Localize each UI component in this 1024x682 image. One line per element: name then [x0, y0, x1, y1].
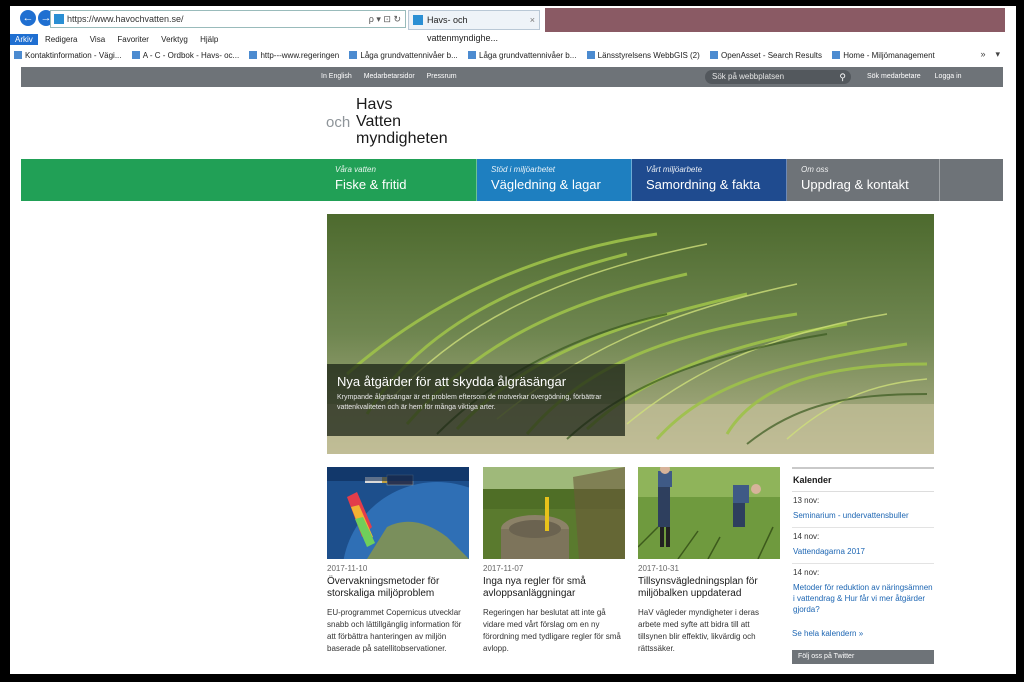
favorite-link[interactable]: Kontaktinformation - Vägi... [10, 49, 126, 62]
nav-fiske-fritid[interactable]: Våra vatten Fiske & fritid [321, 159, 477, 201]
utility-right-links: Sök medarbetare Logga in [867, 73, 974, 80]
twitter-widget-header[interactable]: Följ oss på Twitter [792, 650, 934, 664]
favorite-link[interactable]: Home - Miljömanagement [828, 49, 939, 62]
calendar-event-date: 14 nov: [793, 568, 820, 577]
address-bar[interactable]: https://www.havochvatten.se/ ρ ▾ ⊡ ↻ [50, 10, 406, 28]
nav-uppdrag-kontakt[interactable]: Om oss Uppdrag & kontakt [787, 159, 940, 201]
news-item[interactable]: 2017-11-10 Övervakningsmetoder för stors… [327, 467, 469, 655]
menu-visa[interactable]: Visa [85, 34, 110, 45]
calendar-event: 13 nov: Seminarium - undervattensbuller [792, 492, 934, 528]
address-url: https://www.havochvatten.se/ [67, 14, 184, 24]
utility-links: In English Medarbetarsidor Pressrum [321, 73, 467, 80]
news-item[interactable]: 2017-11-07 Inga nya regler för små avlop… [483, 467, 625, 655]
favorite-link[interactable]: Låga grundvattennivåer b... [464, 49, 580, 62]
favorite-icon [349, 51, 358, 59]
news-date: 2017-10-31 [638, 564, 679, 573]
nav-vagledning-lagar[interactable]: Stöd i miljöarbetet Vägledning & lagar [477, 159, 632, 201]
favorite-link[interactable]: OpenAsset - Search Results [706, 49, 826, 62]
favorite-link[interactable]: A - C - Ordbok - Havs- oc... [128, 49, 243, 62]
hero-title[interactable]: Nya åtgärder för att skydda ålgräsängar [337, 374, 615, 389]
browser-tab[interactable]: Havs- och vattenmyndighe... × [408, 10, 540, 43]
link-pressrum[interactable]: Pressrum [427, 73, 457, 80]
favorites-overflow-icon[interactable]: » ▾ [980, 49, 1000, 60]
hero-banner[interactable]: Nya åtgärder för att skydda ålgräsängar … [327, 214, 934, 454]
news-image-inspectors[interactable] [638, 467, 780, 559]
menu-favoriter[interactable]: Favoriter [112, 34, 154, 45]
calendar-event-date: 13 nov: [793, 496, 820, 505]
news-title[interactable]: Inga nya regler för små avloppsanläggnin… [483, 576, 625, 600]
satellite-earth-image [327, 467, 469, 559]
favorite-icon [832, 51, 841, 59]
favorite-link[interactable]: Länsstyrelsens WebbGIS (2) [583, 49, 704, 62]
sewage-well-image [483, 467, 625, 559]
search-placeholder: Sök på webbplatsen [712, 72, 785, 81]
menu-hjalp[interactable]: Hjälp [195, 34, 223, 45]
nav-samordning-fakta[interactable]: Vårt miljöarbete Samordning & fakta [632, 159, 787, 201]
calendar-heading: Kalender [792, 467, 934, 492]
news-image-well[interactable] [483, 467, 625, 559]
tab-favicon-icon [413, 15, 423, 25]
search-input[interactable]: Sök på webbplatsen ⚲ [705, 70, 851, 84]
link-sok-medarbetare[interactable]: Sök medarbetare [867, 73, 921, 80]
see-full-calendar-link[interactable]: Se hela kalendern » [792, 621, 934, 638]
menu-verktyg[interactable]: Verktyg [156, 34, 193, 45]
logo-myndigheten: myndigheten [356, 130, 448, 147]
favorite-icon [468, 51, 477, 59]
news-body: EU-programmet Copernicus utvecklar snabb… [327, 608, 462, 653]
link-medarbetarsidor[interactable]: Medarbetarsidor [364, 73, 415, 80]
nav-tail [940, 159, 1003, 201]
hero-caption: Nya åtgärder för att skydda ålgräsängar … [327, 364, 625, 436]
calendar-event-link[interactable]: Seminarium - undervattensbuller [793, 510, 934, 521]
favorite-icon [14, 51, 22, 59]
logo-vatten: Vatten [356, 113, 402, 130]
calendar-event: 14 nov: Metoder för reduktion av närings… [792, 564, 934, 621]
logo-havs: Havs [356, 96, 393, 113]
calendar-event-link[interactable]: Metoder för reduktion av näringsämnen i … [793, 582, 934, 615]
search-icon[interactable]: ⚲ [839, 70, 846, 84]
calendar-event-date: 14 nov: [793, 532, 820, 541]
news-date: 2017-11-07 [483, 564, 524, 573]
calendar-event: 14 nov: Vattendagarna 2017 [792, 528, 934, 564]
main-navigation: Våra vatten Fiske & fritid Stöd i miljöa… [21, 159, 1003, 201]
calendar-widget: Kalender 13 nov: Seminarium - undervatte… [792, 467, 934, 664]
favorite-icon [249, 51, 258, 59]
close-tab-icon[interactable]: × [530, 11, 535, 29]
favorite-link[interactable]: Låga grundvattennivåer b... [345, 49, 461, 62]
link-in-english[interactable]: In English [321, 73, 352, 80]
titlebar-background [545, 8, 1005, 32]
favorite-icon [131, 51, 140, 59]
logo-och: och [326, 114, 351, 131]
hero-text: Krympande ålgräsängar är ett problem eft… [337, 394, 602, 411]
site-favicon-icon [54, 14, 64, 24]
menu-bar: Arkiv Redigera Visa Favoriter Verktyg Hj… [10, 34, 1006, 48]
menu-redigera[interactable]: Redigera [40, 34, 82, 45]
back-icon[interactable]: ← [20, 10, 36, 26]
news-body: HaV vägleder myndigheter i deras arbete … [638, 608, 759, 653]
favorites-bar: Kontaktinformation - Vägi... A - C - Ord… [10, 49, 1006, 65]
news-title[interactable]: Tillsynsvägledningsplan för miljöbalken … [638, 576, 780, 600]
favorite-icon [710, 51, 719, 59]
favorite-icon [586, 51, 595, 59]
news-image-satellite[interactable] [327, 467, 469, 559]
utility-bar: In English Medarbetarsidor Pressrum Sök … [21, 67, 1003, 87]
page-tools-icon[interactable]: ▾ [995, 49, 1000, 59]
inspectors-image [638, 467, 780, 559]
news-body: Regeringen har beslutat att inte gå vida… [483, 608, 621, 653]
menu-arkiv[interactable]: Arkiv [10, 34, 38, 45]
calendar-event-link[interactable]: Vattendagarna 2017 [793, 546, 934, 557]
link-logga-in[interactable]: Logga in [935, 73, 962, 80]
news-title[interactable]: Övervakningsmetoder för storskaliga milj… [327, 576, 469, 600]
news-item[interactable]: 2017-10-31 Tillsynsvägledningsplan för m… [638, 467, 780, 655]
news-date: 2017-11-10 [327, 564, 368, 573]
address-tools-icon[interactable]: ρ ▾ ⊡ ↻ [369, 11, 401, 27]
favorite-link[interactable]: http---www.regeringen [245, 49, 343, 62]
